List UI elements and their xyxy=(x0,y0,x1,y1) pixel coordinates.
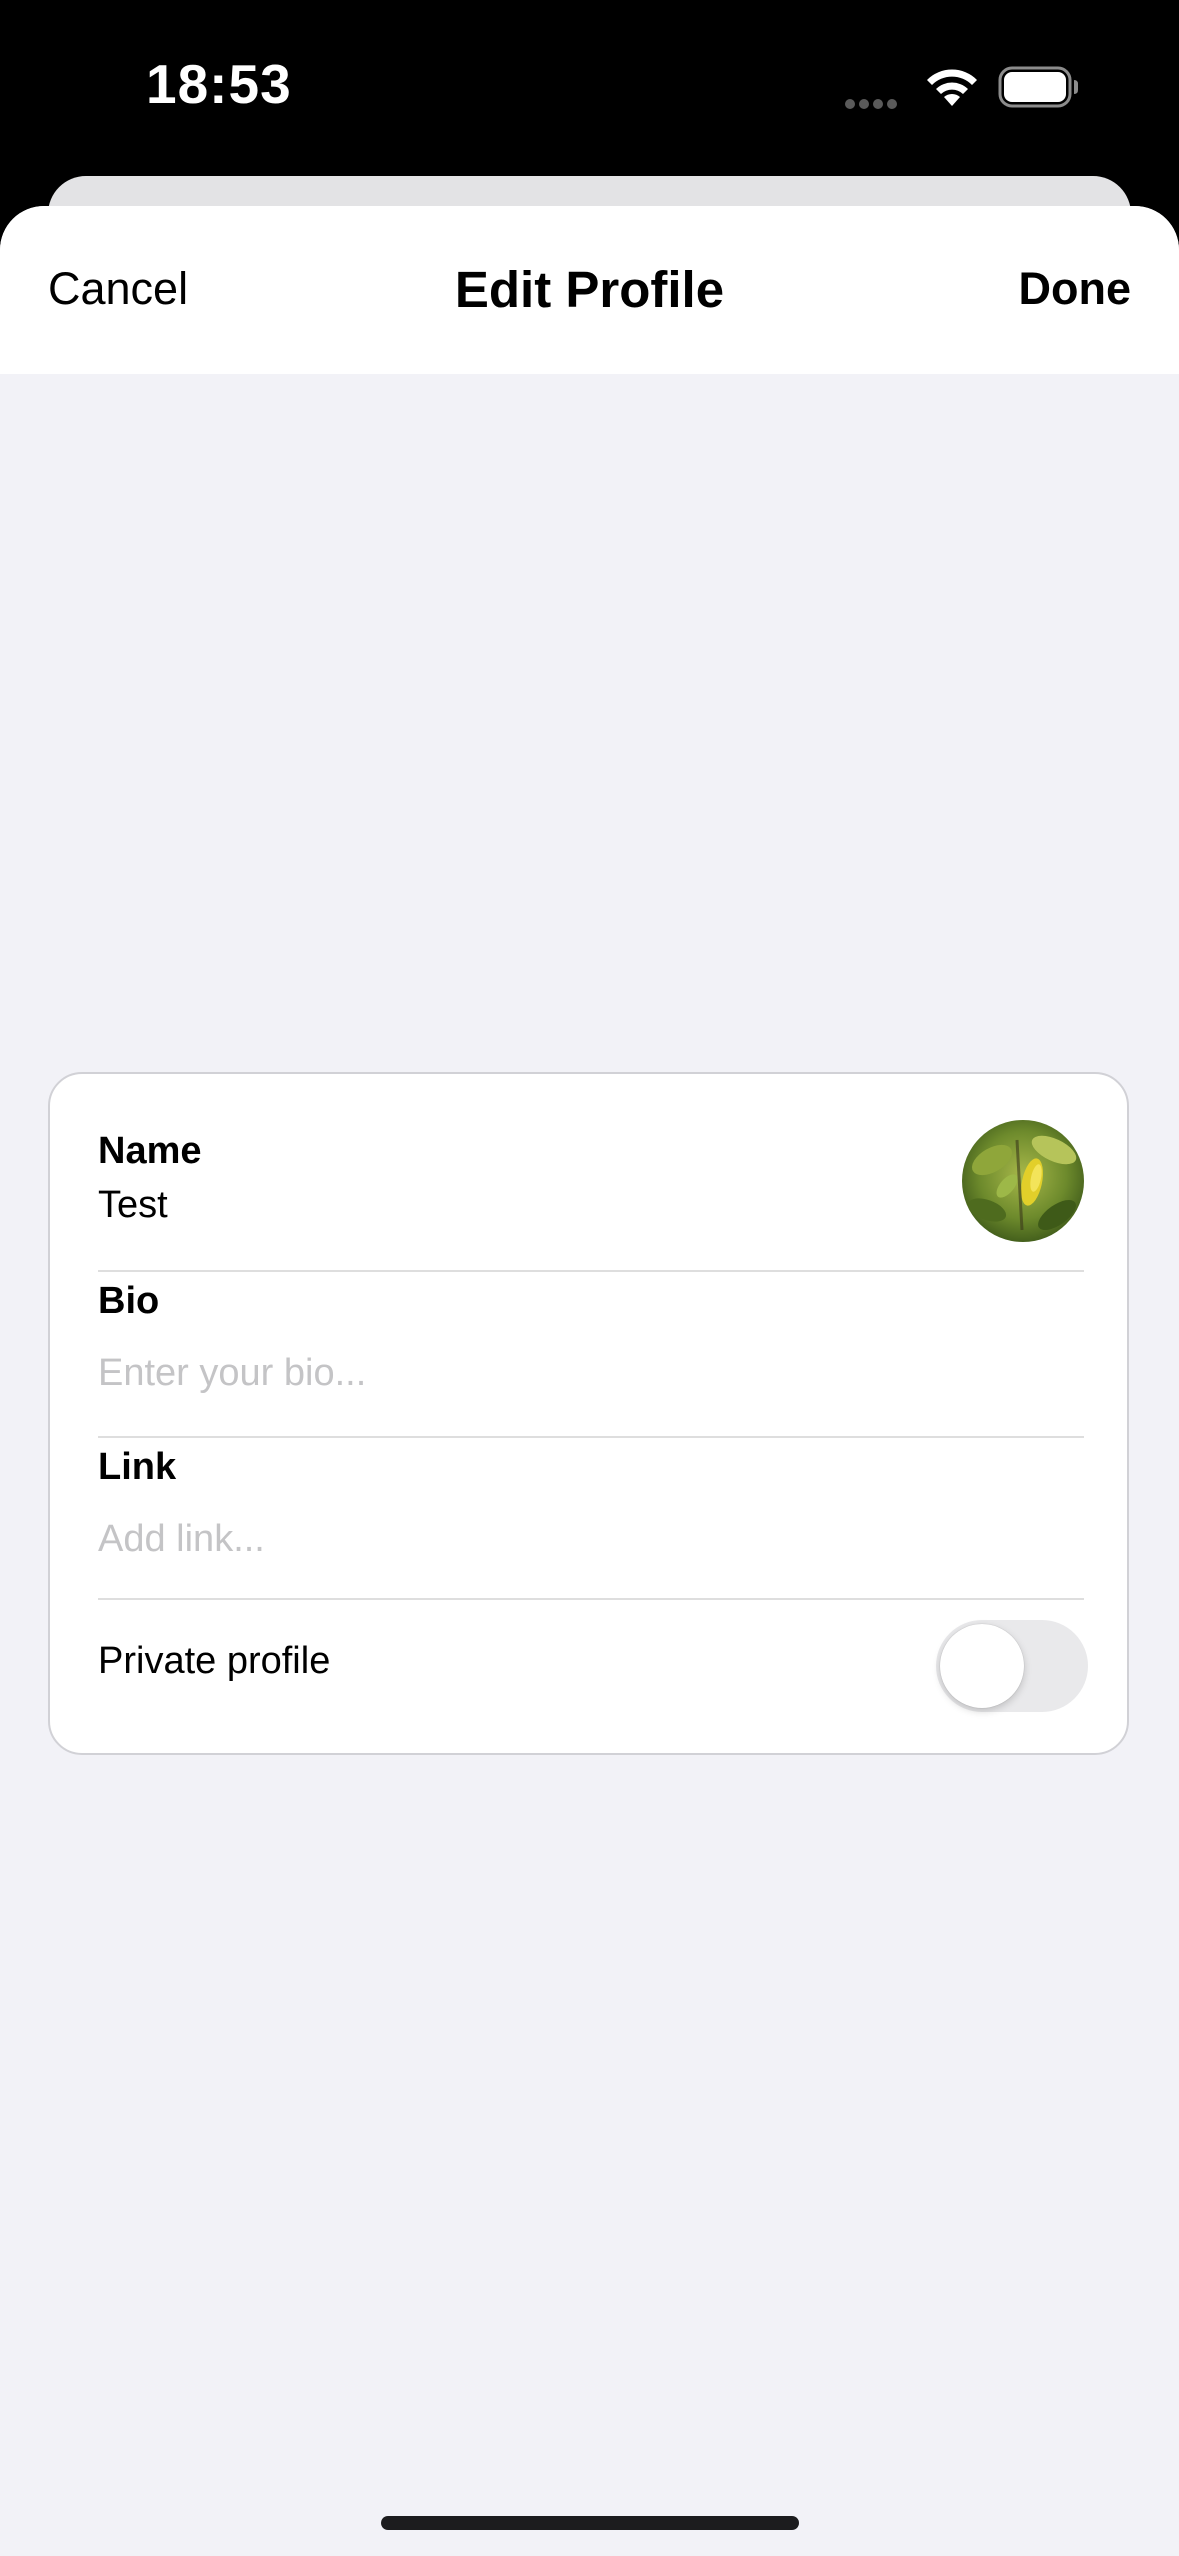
bio-label: Bio xyxy=(98,1280,160,1322)
private-profile-label: Private profile xyxy=(98,1640,331,1682)
home-indicator xyxy=(381,2516,799,2530)
navigation-bar: Cancel Edit Profile Done xyxy=(0,206,1179,374)
name-field[interactable]: Test xyxy=(98,1184,918,1227)
bio-input[interactable]: Enter your bio... xyxy=(98,1352,998,1395)
link-label: Link xyxy=(98,1446,177,1488)
link-input[interactable]: Add link... xyxy=(98,1518,998,1561)
profile-card: Name Test Bio Enter your bio... Link Add… xyxy=(48,1072,1129,1755)
avatar[interactable] xyxy=(962,1120,1084,1242)
toggle-knob xyxy=(940,1624,1024,1708)
status-time: 18:53 xyxy=(146,53,292,115)
name-label: Name xyxy=(98,1130,202,1172)
edit-profile-sheet: Cancel Edit Profile Done Name Test Bio E… xyxy=(0,206,1179,2556)
divider xyxy=(98,1436,1084,1438)
divider xyxy=(98,1270,1084,1272)
cellular-dots-icon xyxy=(845,96,905,109)
battery-icon xyxy=(998,66,1078,108)
wifi-icon xyxy=(927,69,977,106)
profile-photo-icon xyxy=(962,1120,1084,1242)
divider xyxy=(98,1598,1084,1600)
cancel-button[interactable]: Cancel xyxy=(48,263,188,315)
done-button[interactable]: Done xyxy=(1019,263,1132,315)
private-profile-toggle[interactable] xyxy=(936,1620,1088,1712)
status-bar: 18:53 xyxy=(0,0,1179,180)
